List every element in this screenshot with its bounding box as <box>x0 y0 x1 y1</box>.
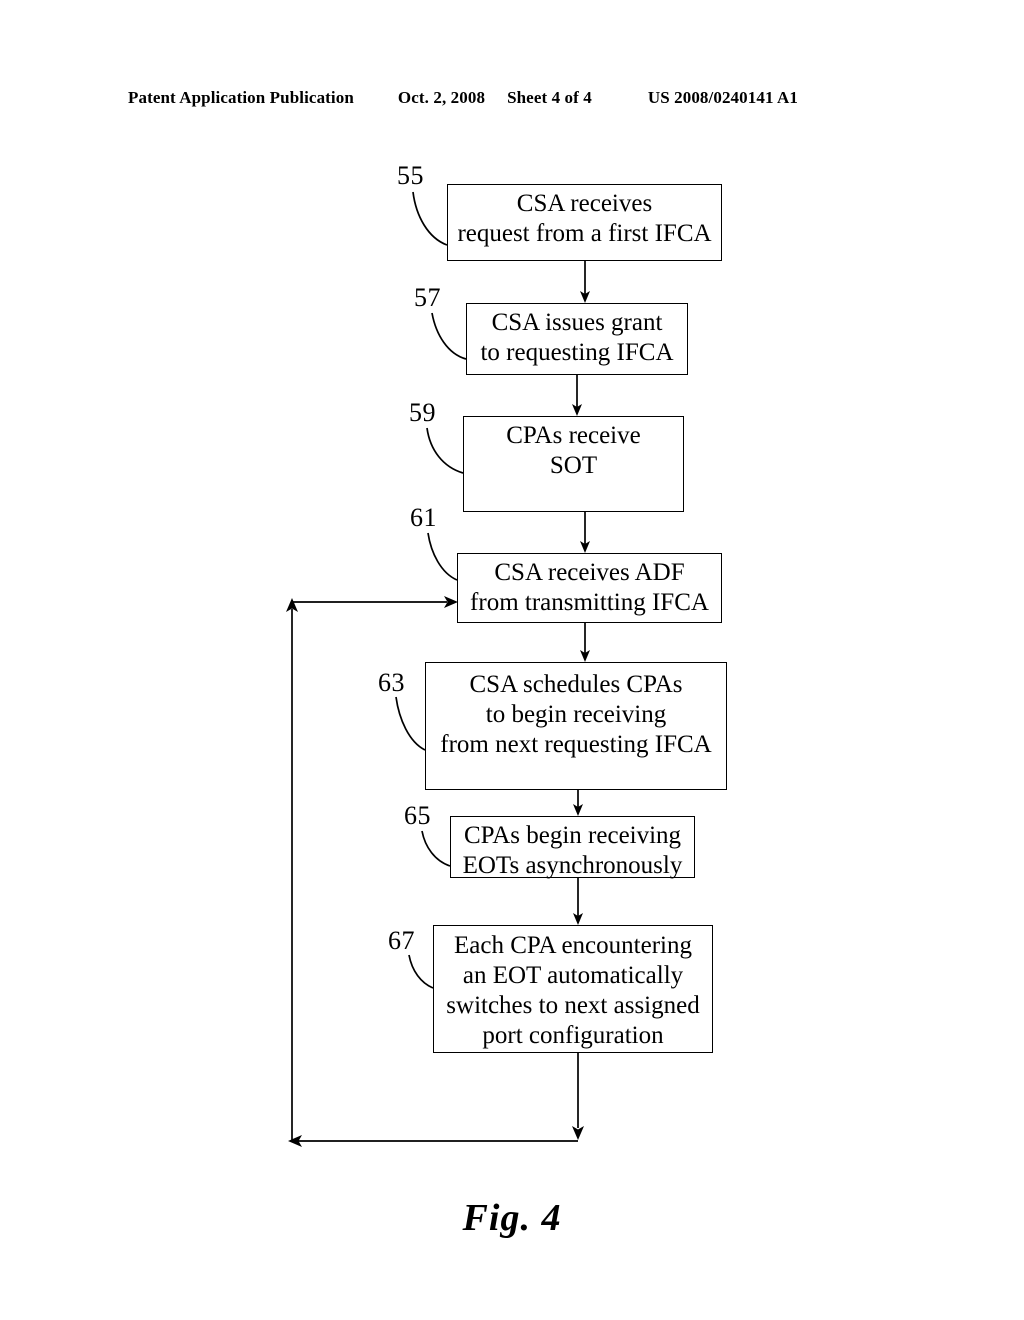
reference-numeral-67: 67 <box>388 926 415 955</box>
leader-line-67 <box>408 954 434 989</box>
reference-numeral-65: 65 <box>404 801 431 830</box>
step-61-label: CSA receives ADF from transmitting IFCA <box>470 559 709 616</box>
step-59-label: CPAs receive SOT <box>506 422 641 479</box>
leader-line-57 <box>431 312 467 360</box>
reference-numeral-63: 63 <box>378 668 405 697</box>
step-67-label: Each CPA encountering an EOT automatical… <box>446 932 700 1049</box>
leader-line-63 <box>395 696 426 751</box>
step-67-each-cpa-encountering: Each CPA encountering an EOT automatical… <box>433 925 713 1053</box>
step-57-label: CSA issues grant to requesting IFCA <box>480 309 674 366</box>
figure-caption: Fig. 4 <box>462 1197 562 1239</box>
step-63-label: CSA schedules CPAs to begin receiving fr… <box>440 671 712 758</box>
reference-numeral-55: 55 <box>397 161 424 190</box>
leader-line-59 <box>426 427 464 474</box>
reference-numeral-59: 59 <box>409 398 436 427</box>
step-63-csa-schedules-cpas: CSA schedules CPAs to begin receiving fr… <box>425 662 727 790</box>
step-59-cpas-receive-sot: CPAs receive SOT <box>463 416 684 512</box>
reference-numeral-57: 57 <box>414 283 441 312</box>
step-65-cpas-begin-receiving: CPAs begin receiving EOTs asynchronously <box>450 816 695 879</box>
step-55-csa-receives-request: CSA receives request from a first IFCA <box>447 184 722 261</box>
leader-line-61 <box>427 532 458 581</box>
step-57-csa-issues-grant: CSA issues grant to requesting IFCA <box>466 303 688 375</box>
reference-numeral-61: 61 <box>410 503 437 532</box>
step-65-label: CPAs begin receiving EOTs asynchronously <box>462 822 683 879</box>
leader-line-65 <box>421 830 451 867</box>
leader-line-55 <box>412 191 448 246</box>
step-61-csa-receives-adf: CSA receives ADF from transmitting IFCA <box>457 553 722 623</box>
step-55-label: CSA receives request from a first IFCA <box>457 190 712 247</box>
feedback-loop-down-arrowhead <box>572 1126 584 1140</box>
